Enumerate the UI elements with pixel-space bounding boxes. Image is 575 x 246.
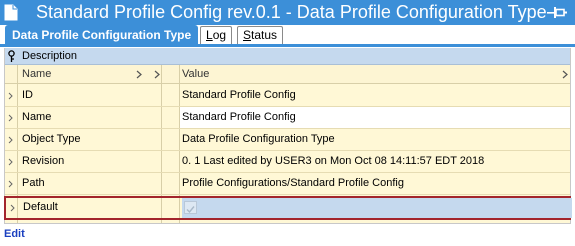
column-header-name[interactable]: Name: [22, 65, 51, 83]
property-name: Name: [22, 111, 52, 123]
checkmark-icon: [186, 206, 195, 214]
chevron-right-icon[interactable]: [562, 70, 568, 79]
expand-arrow-icon[interactable]: [10, 204, 15, 212]
description-label: Description: [22, 50, 78, 62]
expand-arrow-icon[interactable]: [8, 158, 13, 166]
key-icon: [8, 50, 15, 62]
property-name: Revision: [22, 155, 65, 167]
property-value[interactable]: 0. 1 Last edited by USER3 on Mon Oct 08 …: [180, 151, 570, 172]
expand-arrow-icon[interactable]: [8, 114, 13, 122]
tab-strip: Data Profile Configuration Type Log Stat…: [0, 25, 575, 47]
window-title: Standard Profile Config rev.0.1 - Data P…: [36, 2, 547, 22]
property-row-default[interactable]: Default: [4, 196, 572, 220]
property-row-id[interactable]: ID Standard Profile Config: [5, 85, 570, 107]
property-name: Default: [23, 201, 58, 213]
expand-arrow-icon[interactable]: [8, 180, 13, 188]
expand-arrow-icon[interactable]: [8, 92, 13, 100]
property-row-path[interactable]: Path Profile Configurations/Standard Pro…: [5, 173, 570, 195]
description-bar[interactable]: Description: [5, 48, 570, 65]
property-name: Object Type: [22, 133, 81, 145]
tab-label: Data Profile Configuration Type: [12, 28, 192, 42]
grid-header: Name Value: [5, 65, 570, 84]
tab-label-rest: og: [212, 28, 227, 42]
property-value[interactable]: Standard Profile Config: [180, 85, 570, 106]
tab-status[interactable]: Status: [237, 26, 284, 44]
tab-label-rest: tatus: [251, 28, 278, 42]
default-checkbox[interactable]: [184, 201, 197, 214]
tab-accel-key: L: [206, 28, 213, 42]
property-value[interactable]: Data Profile Configuration Type: [180, 129, 570, 150]
property-row-object-type[interactable]: Object Type Data Profile Configuration T…: [5, 129, 570, 151]
chevron-right-icon[interactable]: [136, 70, 142, 79]
property-row-revision[interactable]: Revision 0. 1 Last edited by USER3 on Mo…: [5, 151, 570, 173]
property-value-editable[interactable]: Standard Profile Config: [180, 107, 570, 128]
document-icon: [4, 4, 18, 21]
edit-link[interactable]: Edit: [4, 228, 25, 240]
column-header-value[interactable]: Value: [182, 65, 209, 83]
pin-icon[interactable]: [547, 6, 567, 19]
expand-arrow-icon[interactable]: [8, 136, 13, 144]
tab-data-profile-configuration-type[interactable]: Data Profile Configuration Type: [5, 25, 199, 45]
property-name: Path: [22, 177, 45, 189]
tab-accel-key: S: [243, 28, 252, 42]
property-grid: Description Name Value ID Standard Profi…: [4, 48, 572, 224]
title-bar: Standard Profile Config rev.0.1 - Data P…: [0, 0, 575, 25]
tab-log[interactable]: Log: [200, 26, 233, 44]
property-value-checkbox-cell[interactable]: [182, 198, 572, 218]
property-name: ID: [22, 89, 33, 101]
chevron-right-icon[interactable]: [154, 70, 160, 79]
property-value[interactable]: Profile Configurations/Standard Profile …: [180, 173, 570, 194]
property-row-name[interactable]: Name Standard Profile Config: [5, 107, 570, 129]
